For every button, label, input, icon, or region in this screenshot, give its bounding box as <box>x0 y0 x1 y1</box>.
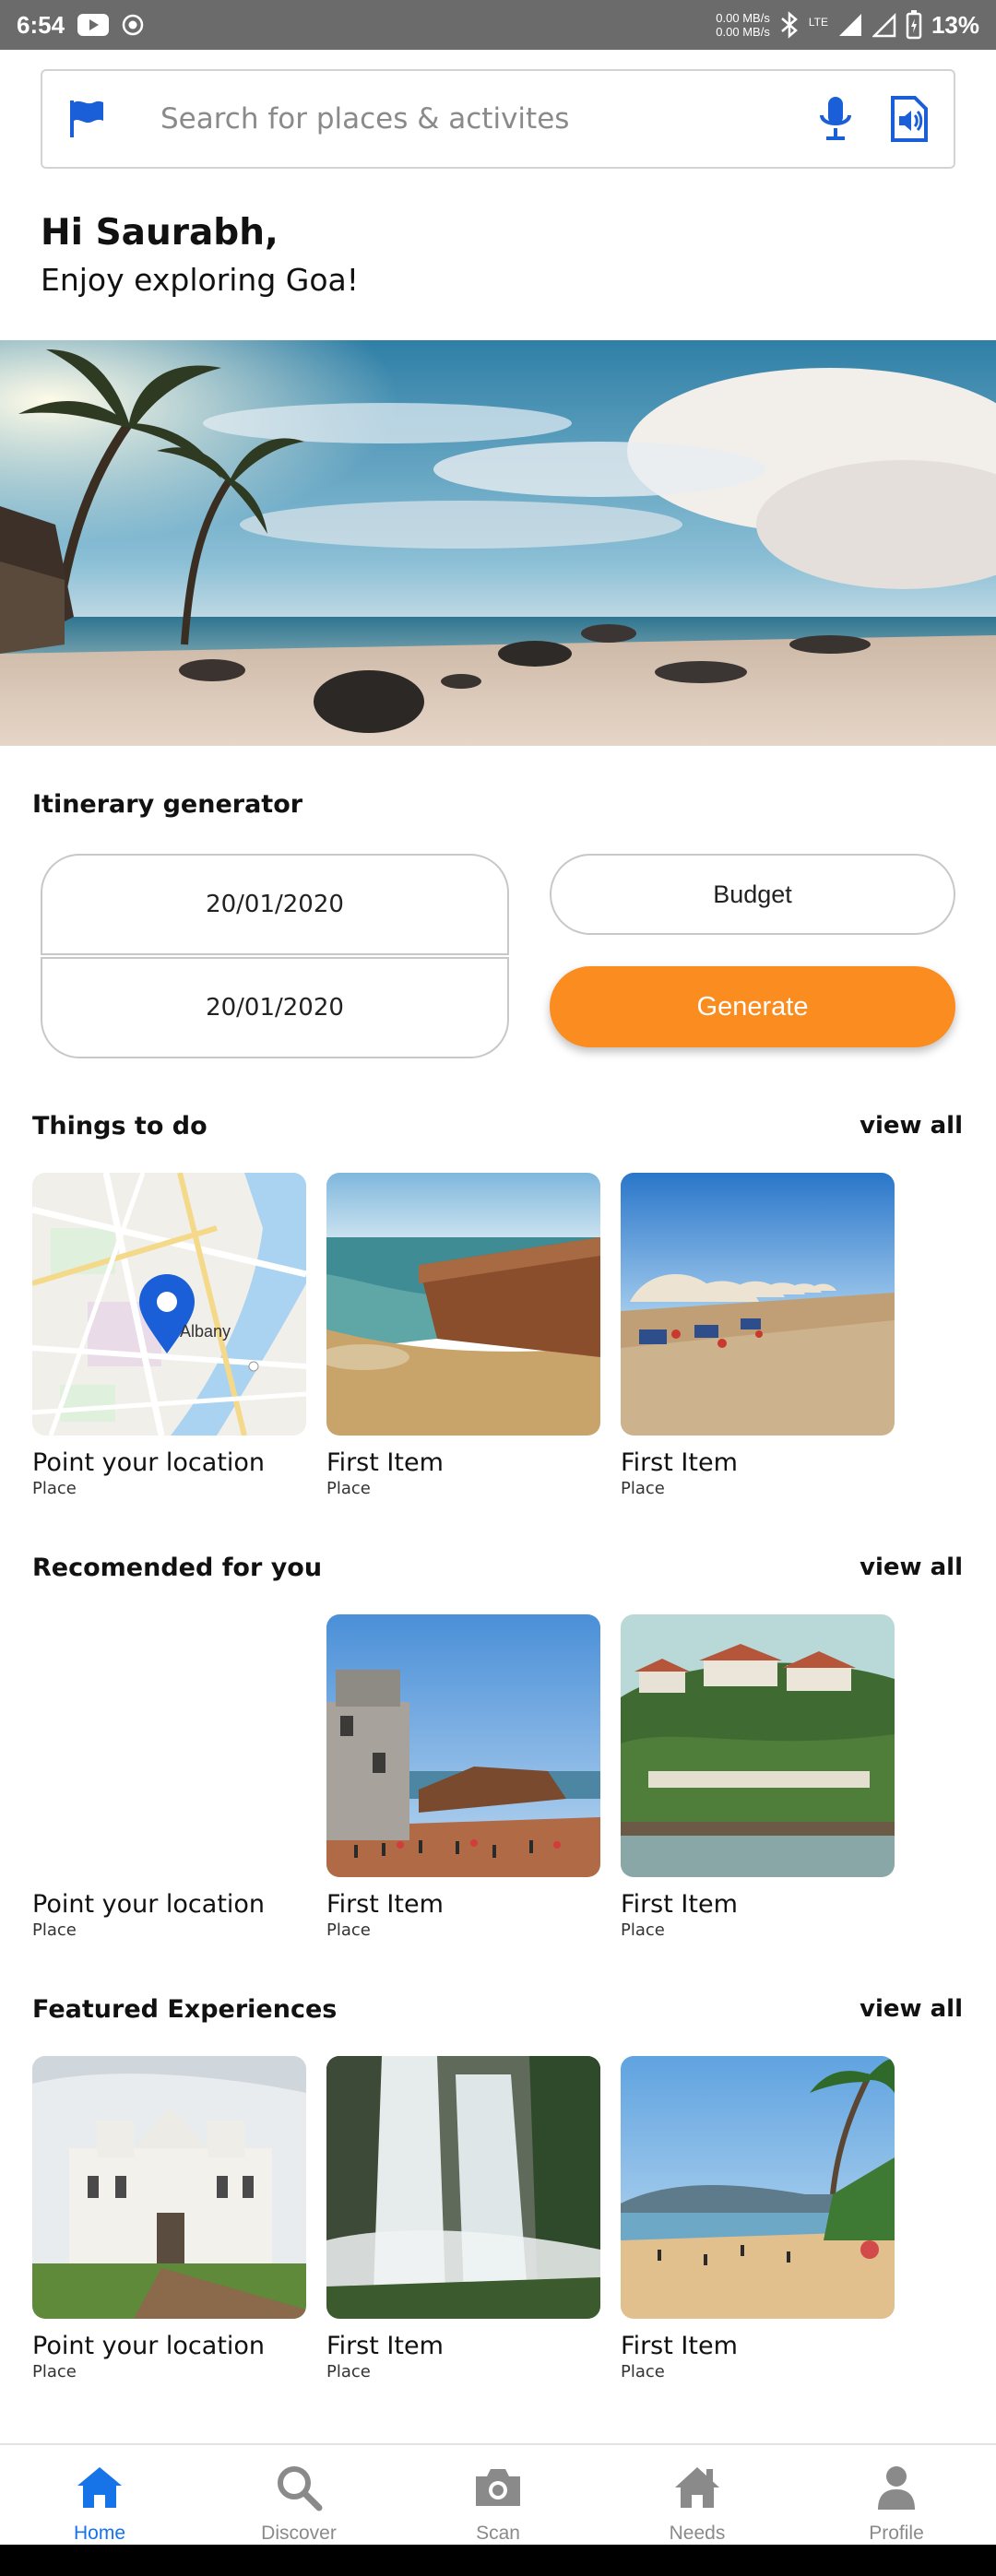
nav-home[interactable]: Home <box>0 2445 199 2545</box>
card-subtitle: Place <box>621 2362 665 2381</box>
card-subtitle: Place <box>326 1920 371 1940</box>
things-to-do-title: Things to do <box>32 1112 208 1140</box>
itinerary-title: Itinerary generator <box>32 790 303 819</box>
beach-umbrellas-image[interactable] <box>621 1173 895 1436</box>
end-date-field[interactable]: 20/01/2020 <box>41 957 509 1058</box>
audio-document-icon[interactable] <box>887 94 931 144</box>
search-bar[interactable] <box>41 69 955 169</box>
status-bar: 6:54 0.00 MB/s 0.00 MB/s LTE 13% <box>0 0 996 50</box>
youtube-icon <box>77 14 110 36</box>
waterfall-image[interactable] <box>326 2056 600 2319</box>
card-subtitle: Place <box>621 1920 665 1940</box>
things-to-do-view-all[interactable]: view all <box>860 1112 963 1140</box>
house-icon <box>675 2467 719 2508</box>
hillside-resort-image[interactable] <box>621 1614 895 1877</box>
start-date-field[interactable]: 20/01/2020 <box>41 854 509 955</box>
person-icon <box>878 2466 915 2510</box>
bluetooth-icon <box>781 11 798 39</box>
greeting-name: Hi Saurabh, <box>41 212 279 254</box>
featured-title: Featured Experiences <box>32 1995 338 2024</box>
card-point-location[interactable]: Albany Point your location Place <box>32 1173 306 1498</box>
card-point-location[interactable]: Point your location Place <box>32 2056 306 2381</box>
map-label: Albany <box>180 1322 231 1341</box>
card-title: First Item <box>621 2332 738 2360</box>
search-icon <box>278 2466 323 2511</box>
greeting-subtitle: Enjoy exploring Goa! <box>41 262 360 298</box>
battery-icon <box>906 10 922 40</box>
card-title: First Item <box>621 1890 738 1919</box>
nav-scan[interactable]: Scan <box>398 2445 598 2545</box>
recommended-title: Recomended for you <box>32 1554 323 1582</box>
fort-beach-image[interactable] <box>326 1173 600 1436</box>
microphone-icon[interactable] <box>815 95 856 143</box>
nav-label: Home <box>73 2523 126 2544</box>
card-subtitle: Place <box>621 1479 665 1498</box>
nav-label: Needs <box>669 2523 726 2544</box>
card-subtitle: Place <box>32 1920 77 1940</box>
flag-icon[interactable] <box>65 97 109 141</box>
signal-icon <box>838 14 861 36</box>
nav-label: Profile <box>869 2523 924 2544</box>
battery-percentage: 13% <box>931 10 979 39</box>
card-title: First Item <box>326 1890 444 1919</box>
nav-label: Discover <box>261 2523 337 2544</box>
search-input[interactable] <box>160 102 815 136</box>
bottom-navigation: Home Discover Scan Needs Profile <box>0 2443 996 2545</box>
card-title: Point your location <box>32 2332 266 2360</box>
featured-row: Point your location Place First Item Pla… <box>0 2056 996 2397</box>
map-thumbnail[interactable]: Albany <box>32 1173 306 1436</box>
recommended-view-all[interactable]: view all <box>860 1554 963 1581</box>
signal-icon-2 <box>872 12 896 38</box>
lighthouse-image[interactable] <box>326 1614 600 1877</box>
network-type: LTE <box>808 16 828 29</box>
church-image[interactable] <box>32 2056 306 2319</box>
card-item[interactable]: First Item Place <box>326 1614 600 1940</box>
generate-button[interactable]: Generate <box>550 966 955 1047</box>
home-icon <box>77 2467 122 2508</box>
card-item[interactable]: First Item Place <box>326 1173 600 1498</box>
card-title: First Item <box>621 1448 738 1477</box>
camera-icon <box>476 2469 520 2506</box>
card-item[interactable]: First Item Place <box>621 2056 895 2381</box>
card-title: Point your location <box>32 1448 266 1477</box>
card-point-location[interactable]: Point your location Place <box>32 1614 306 1940</box>
system-nav-bar <box>0 2545 996 2576</box>
nav-label: Scan <box>476 2523 520 2544</box>
nav-profile[interactable]: Profile <box>797 2445 996 2545</box>
card-item[interactable]: First Item Place <box>621 1173 895 1498</box>
card-title: First Item <box>326 1448 444 1477</box>
card-subtitle: Place <box>32 1479 77 1498</box>
things-to-do-row: Albany Point your location Place First I… <box>0 1173 996 1514</box>
card-subtitle: Place <box>326 1479 371 1498</box>
featured-view-all[interactable]: view all <box>860 1995 963 2023</box>
empty-thumbnail[interactable] <box>32 1614 306 1877</box>
card-subtitle: Place <box>32 2362 77 2381</box>
palm-beach-image[interactable] <box>621 2056 895 2319</box>
card-subtitle: Place <box>326 2362 371 2381</box>
status-time: 6:54 <box>17 10 65 39</box>
nav-needs[interactable]: Needs <box>598 2445 797 2545</box>
nav-discover[interactable]: Discover <box>199 2445 398 2545</box>
card-title: First Item <box>326 2332 444 2360</box>
card-title: Point your location <box>32 1890 266 1919</box>
network-speed: 0.00 MB/s 0.00 MB/s <box>716 11 770 39</box>
hero-beach-image <box>0 340 996 746</box>
card-item[interactable]: First Item Place <box>621 1614 895 1940</box>
card-item[interactable]: First Item Place <box>326 2056 600 2381</box>
record-icon <box>122 14 144 36</box>
recommended-row: Point your location Place First Item Pla… <box>0 1614 996 1956</box>
budget-field[interactable]: Budget <box>550 854 955 935</box>
